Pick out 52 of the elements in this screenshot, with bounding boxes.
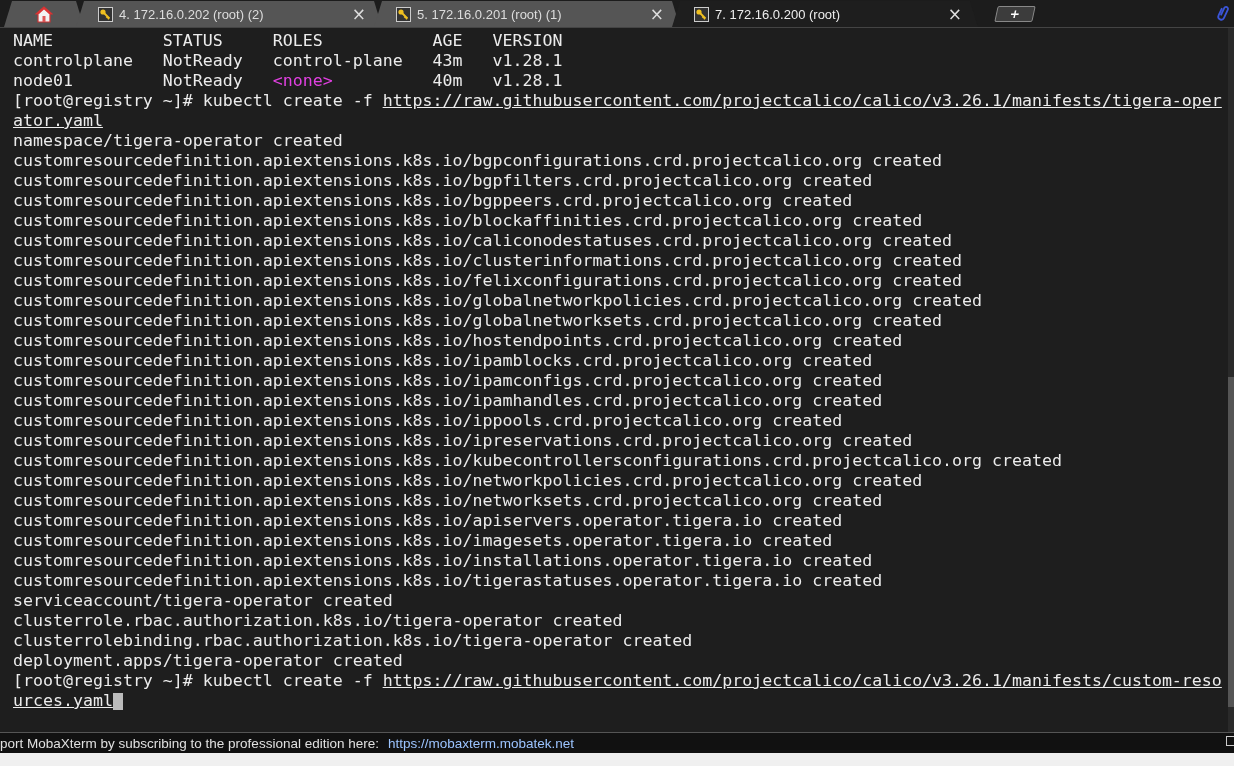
terminal-line: deployment.apps/tigera-operator created <box>13 651 403 671</box>
terminal-line: customresourcedefinition.apiextensions.k8s.io/networkpolicies.crd.projectcalico.org created <box>13 471 923 491</box>
terminal-line: customresourcedefinition.apiextensions.k8s.io/ipamblocks.crd.projectcalico.org created <box>13 351 873 371</box>
terminal-line: customresourcedefinition.apiextensions.k8s.io/hostendpoints.crd.projectcalico.org created <box>13 331 903 351</box>
terminal-line: [root@registry ~]# kubectl create -f <box>13 91 374 111</box>
terminal-line: customresourcedefinition.apiextensions.k8s.io/blockaffinities.crd.projectcalico.org created <box>13 211 923 231</box>
key-icon <box>694 6 709 22</box>
close-tab-button[interactable]: × <box>647 4 666 24</box>
monitor-icon[interactable] <box>1226 735 1234 748</box>
terminal-line: customresourcedefinition.apiextensions.k8s.io/installations.operator.tigera.io created <box>13 551 873 571</box>
terminal-line: customresourcedefinition.apiextensions.k8s.io/globalnetworkpolicies.crd.projectcalico.org created <box>13 291 983 311</box>
terminal-line: namespace/tigera-operator created <box>13 131 343 151</box>
terminal-line: customresourcedefinition.apiextensions.k8s.io/bgpfilters.crd.projectcalico.org created <box>13 171 873 191</box>
key-icon <box>396 6 411 22</box>
terminal-line: serviceaccount/tigera-operator created <box>13 591 393 611</box>
key-icon <box>98 6 113 22</box>
terminal-line: customresourcedefinition.apiextensions.k8s.io/globalnetworksets.crd.projectcalico.org created <box>13 311 943 331</box>
url-link[interactable]: https://raw.githubusercontent.com/projectcalico/calico/v3.26.1/manifests/tigera-oper <box>382 91 1222 111</box>
status-message: port MobaXterm by subscribing to the professional edition here: <box>0 735 379 751</box>
paperclip-icon[interactable] <box>1216 4 1230 22</box>
terminal-line: customresourcedefinition.apiextensions.k8s.io/tigerastatuses.operator.tigera.io created <box>13 571 883 591</box>
terminal-line: customresourcedefinition.apiextensions.k8s.io/ipreservations.crd.projectcalico.org created <box>13 431 913 451</box>
new-tab-button[interactable]: + <box>994 6 1036 22</box>
terminal-line: customresourcedefinition.apiextensions.k8s.io/imagesets.operator.tigera.io created <box>13 531 833 551</box>
terminal-line: node01 NotReady <box>13 71 244 91</box>
terminal-line: customresourcedefinition.apiextensions.k8s.io/kubecontrollersconfigurations.crd.projectcalico.org created <box>13 451 1062 471</box>
terminal-line: controlplane NotReady control-plane 43m v1.28.1 <box>13 51 563 71</box>
close-tab-button[interactable]: × <box>945 4 964 24</box>
text-cursor <box>112 693 123 710</box>
url-link[interactable]: ator.yaml <box>13 111 103 131</box>
scrollbar-thumb[interactable] <box>1228 377 1234 707</box>
terminal-line: customresourcedefinition.apiextensions.k8s.io/felixconfigurations.crd.projectcalico.org created <box>13 271 963 291</box>
terminal-line: customresourcedefinition.apiextensions.k8s.io/clusterinformations.crd.projectcalico.org created <box>13 251 963 271</box>
terminal-line: customresourcedefinition.apiextensions.k8s.io/ippools.crd.projectcalico.org created <box>13 411 843 431</box>
website-link[interactable]: https://mobaxterm.mobatek.net <box>387 735 575 751</box>
house-icon <box>35 5 53 23</box>
terminal-line: customresourcedefinition.apiextensions.k8s.io/networksets.crd.projectcalico.org created <box>13 491 883 511</box>
terminal-line: clusterrolebinding.rbac.authorization.k8s.io/tigera-operator created <box>13 631 693 651</box>
terminal-line: [root@registry ~]# kubectl create -f <box>13 671 374 691</box>
terminal-line: clusterrole.rbac.authorization.k8s.io/tigera-operator created <box>13 611 623 631</box>
terminal-line: customresourcedefinition.apiextensions.k8s.io/bgpconfigurations.crd.projectcalico.org created <box>13 151 943 171</box>
terminal-line: customresourcedefinition.apiextensions.k8s.io/bgppeers.crd.projectcalico.org created <box>13 191 853 211</box>
url-link[interactable]: https://raw.githubusercontent.com/projectcalico/calico/v3.26.1/manifests/custom-reso <box>382 671 1222 691</box>
terminal-line: 40m v1.28.1 <box>431 71 563 91</box>
terminal-line: customresourcedefinition.apiextensions.k8s.io/ipamconfigs.crd.projectcalico.org created <box>13 371 883 391</box>
terminal-line: NAME STATUS ROLES AGE VERSION <box>13 31 563 51</box>
close-tab-button[interactable]: × <box>349 4 368 24</box>
terminal-line: customresourcedefinition.apiextensions.k8s.io/ipamhandles.crd.projectcalico.org created <box>13 391 883 411</box>
terminal-line: customresourcedefinition.apiextensions.k8s.io/caliconodestatuses.crd.projectcalico.org created <box>13 231 953 251</box>
role-value: <none> <box>272 71 333 91</box>
terminal-line: customresourcedefinition.apiextensions.k8s.io/apiservers.operator.tigera.io created <box>13 511 843 531</box>
url-link[interactable]: urces.yaml <box>13 691 113 711</box>
